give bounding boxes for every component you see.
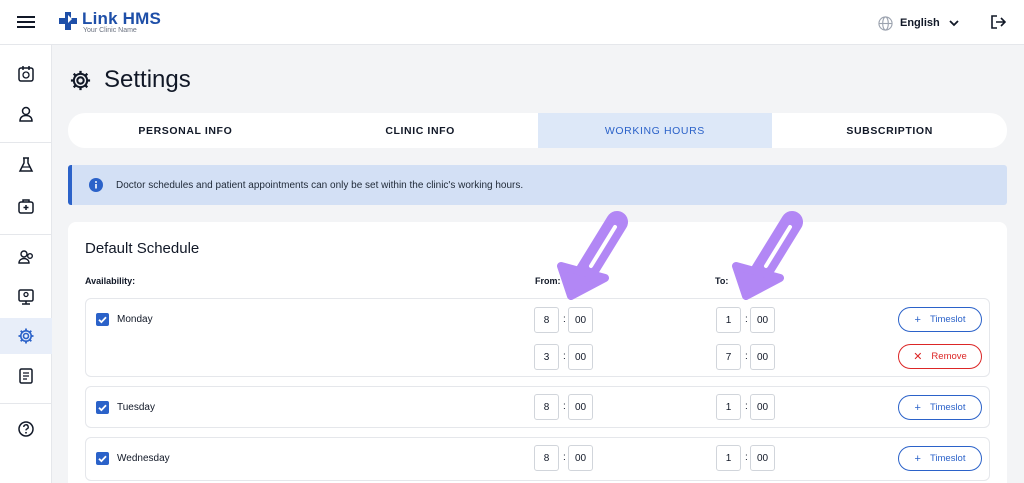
gear-icon (70, 70, 91, 90)
logout-icon[interactable] (990, 14, 1006, 30)
from-hour-input[interactable]: 8 (534, 394, 559, 420)
brand-name: Link HMS (82, 9, 162, 28)
sidebar (0, 45, 52, 483)
page-header: Settings (69, 66, 191, 94)
time-separator: : (745, 452, 748, 463)
sidebar-item-reports[interactable] (0, 358, 52, 394)
tab-clinic-info[interactable]: CLINIC INFO (303, 113, 538, 148)
day-row-tuesday: Tuesday 8 : 00 1 : 00 + Timeslot (85, 386, 990, 428)
to-minute-input[interactable]: 00 (750, 307, 775, 333)
first-aid-kit-icon (18, 199, 34, 214)
checkmark-icon (98, 316, 107, 324)
calendar-clock-icon (18, 66, 34, 82)
plus-icon: + (914, 313, 921, 326)
hamburger-menu-icon[interactable] (16, 14, 36, 30)
gear-icon (18, 328, 34, 344)
add-timeslot-label: Timeslot (929, 314, 966, 325)
to-hour-input[interactable]: 1 (716, 394, 741, 420)
top-bar: Link HMS Your Clinic Name English (0, 0, 1024, 45)
sidebar-item-settings[interactable] (0, 318, 52, 354)
add-timeslot-button[interactable]: + Timeslot (898, 395, 982, 420)
remove-timeslot-button[interactable]: ✕ Remove (898, 344, 982, 369)
page-title: Settings (104, 66, 191, 93)
language-label: English (900, 17, 940, 29)
to-minute-input[interactable]: 00 (750, 394, 775, 420)
sidebar-divider (0, 234, 52, 235)
monitor-user-icon (18, 289, 34, 305)
sidebar-item-medical-kit[interactable] (0, 188, 52, 224)
from-minute-input[interactable]: 00 (568, 394, 593, 420)
add-timeslot-button[interactable]: + Timeslot (898, 307, 982, 332)
language-selector[interactable]: English (878, 13, 960, 33)
day-row-wednesday: Wednesday 8 : 00 1 : 00 + Timeslot (85, 437, 990, 481)
wednesday-checkbox[interactable] (96, 452, 109, 465)
sidebar-item-staff[interactable] (0, 239, 52, 275)
add-timeslot-label: Timeslot (929, 402, 966, 413)
sidebar-divider (0, 403, 52, 404)
from-minute-input[interactable]: 00 (568, 445, 593, 471)
checkmark-icon (98, 404, 107, 412)
schedule-title: Default Schedule (85, 240, 200, 257)
remove-timeslot-label: Remove (931, 351, 967, 362)
to-minute-input[interactable]: 00 (750, 344, 775, 370)
to-hour-input[interactable]: 1 (716, 307, 741, 333)
sidebar-item-profile[interactable] (0, 96, 52, 132)
day-row-monday: Monday 8 : 00 1 : 00 + Timeslot 3 : 00 7… (85, 298, 990, 377)
tuesday-checkbox[interactable] (96, 401, 109, 414)
sidebar-item-lab[interactable] (0, 147, 52, 183)
availability-header: Availability: (85, 276, 136, 286)
time-separator: : (745, 401, 748, 412)
from-hour-input[interactable]: 8 (534, 307, 559, 333)
sidebar-item-monitor[interactable] (0, 279, 52, 315)
user-icon (19, 106, 33, 122)
to-hour-input[interactable]: 1 (716, 445, 741, 471)
add-timeslot-button[interactable]: + Timeslot (898, 446, 982, 471)
from-hour-input[interactable]: 8 (534, 445, 559, 471)
default-schedule-card: Default Schedule Availability: From: To:… (68, 222, 1007, 483)
to-header: To: (715, 276, 729, 286)
time-separator: : (745, 314, 748, 325)
time-separator: : (563, 351, 566, 362)
add-timeslot-label: Timeslot (929, 453, 966, 464)
info-notice: Doctor schedules and patient appointment… (68, 165, 1007, 205)
tab-working-hours[interactable]: WORKING HOURS (537, 113, 773, 148)
globe-icon (878, 15, 893, 31)
day-label: Wednesday (117, 453, 170, 464)
time-separator: : (563, 401, 566, 412)
day-label: Tuesday (117, 402, 155, 413)
from-hour-input[interactable]: 3 (534, 344, 559, 370)
from-minute-input[interactable]: 00 (568, 307, 593, 333)
close-icon: ✕ (913, 351, 923, 363)
sidebar-item-help[interactable] (0, 411, 52, 447)
users-icon (18, 250, 33, 264)
chevron-down-icon (949, 20, 959, 27)
to-hour-input[interactable]: 7 (716, 344, 741, 370)
time-separator: : (745, 351, 748, 362)
sidebar-divider (0, 142, 52, 143)
help-circle-icon (18, 421, 34, 437)
plus-icon: + (914, 401, 921, 414)
tab-subscription[interactable]: SUBSCRIPTION (772, 113, 1007, 148)
info-notice-text: Doctor schedules and patient appointment… (116, 179, 524, 191)
checkmark-icon (98, 455, 107, 463)
from-header: From: (535, 276, 561, 286)
medical-cross-icon (59, 12, 77, 30)
day-label: Monday (117, 314, 153, 325)
monday-checkbox[interactable] (96, 313, 109, 326)
document-list-icon (19, 368, 33, 384)
time-separator: : (563, 314, 566, 325)
brand-tagline: Your Clinic Name (83, 27, 137, 34)
settings-tabs: PERSONAL INFO CLINIC INFO WORKING HOURS … (68, 113, 1007, 148)
to-minute-input[interactable]: 00 (750, 445, 775, 471)
time-separator: : (563, 452, 566, 463)
info-icon (89, 178, 103, 192)
tab-personal-info[interactable]: PERSONAL INFO (68, 113, 303, 148)
flask-icon (18, 157, 34, 172)
plus-icon: + (914, 452, 921, 465)
from-minute-input[interactable]: 00 (568, 344, 593, 370)
sidebar-item-calendar[interactable] (0, 56, 52, 92)
